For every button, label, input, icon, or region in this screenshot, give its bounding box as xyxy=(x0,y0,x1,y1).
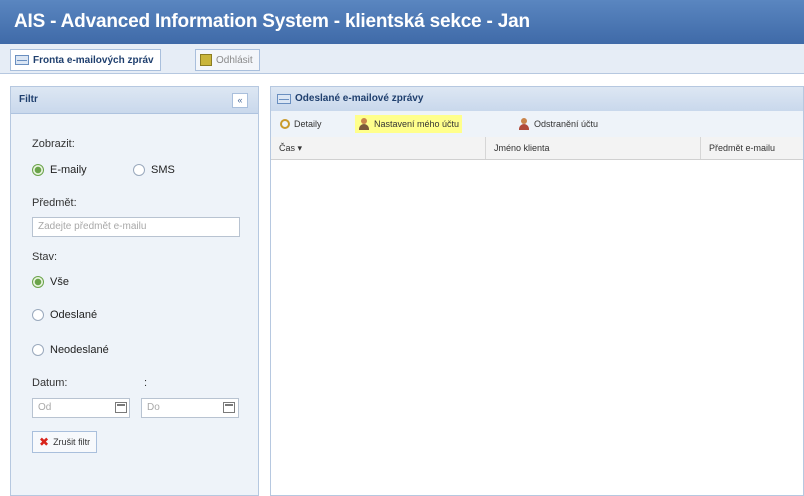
clear-filter-label: Zrušit filtr xyxy=(53,437,91,447)
status-label: Stav: xyxy=(32,251,58,263)
column-client-name[interactable]: Jméno klienta xyxy=(486,137,701,159)
radio-status-sent-label: Odeslané xyxy=(50,309,98,321)
column-time[interactable]: Čas ▾ xyxy=(271,137,486,159)
radio-status-unsent-label: Neodeslané xyxy=(50,344,109,356)
filter-panel: Filtr « Zobrazit: E-maily SMS Předmět: Z… xyxy=(10,86,259,496)
subject-label: Předmět: xyxy=(32,197,77,209)
filter-panel-header: Filtr « xyxy=(11,87,258,114)
sent-emails-header: Odeslané e-mailové zprávy xyxy=(271,87,803,112)
radio-emails[interactable]: E-maily xyxy=(32,164,87,176)
tab-email-queue[interactable]: Fronta e-mailových zpráv xyxy=(10,49,161,71)
radio-dot-icon xyxy=(32,309,44,321)
date-label: Datum: xyxy=(32,377,68,389)
delete-account-button[interactable]: Odstranění účtu xyxy=(515,115,601,133)
clear-filter-button[interactable]: ✖ Zrušit filtr xyxy=(32,431,98,453)
radio-sms[interactable]: SMS xyxy=(133,164,175,176)
calendar-from-icon[interactable] xyxy=(115,402,127,413)
show-label: Zobrazit: xyxy=(32,138,75,150)
collapse-filter-button[interactable]: « xyxy=(232,93,248,108)
close-icon: ✖ xyxy=(39,435,50,449)
tab-email-queue-label: Fronta e-mailových zpráv xyxy=(33,54,154,66)
radio-sms-label: SMS xyxy=(151,164,175,176)
filter-title: Filtr xyxy=(19,94,38,105)
delete-account-label: Odstranění účtu xyxy=(534,119,599,129)
user-remove-icon xyxy=(518,118,530,130)
details-button[interactable]: Detaily xyxy=(277,115,325,133)
sent-emails-panel: Odeslané e-mailové zprávy Detaily Nastav… xyxy=(270,86,804,496)
grid-toolbar: Detaily Nastavení mého účtu Odstranění ú… xyxy=(271,111,803,138)
tab-logout-label: Odhlásit xyxy=(216,54,253,66)
radio-status-all[interactable]: Vše xyxy=(32,276,69,288)
sent-emails-title: Odeslané e-mailové zprávy xyxy=(295,93,424,104)
user-settings-icon xyxy=(358,118,370,130)
subject-input[interactable]: Zadejte předmět e-mailu xyxy=(32,217,240,237)
logout-icon xyxy=(200,54,212,66)
radio-status-all-label: Vše xyxy=(50,276,69,288)
tab-logout[interactable]: Odhlásit xyxy=(195,49,260,71)
mail-icon xyxy=(277,94,291,104)
radio-dot-icon xyxy=(32,344,44,356)
calendar-to-icon[interactable] xyxy=(223,402,235,413)
radio-status-unsent[interactable]: Neodeslané xyxy=(32,344,109,356)
details-label: Detaily xyxy=(294,119,322,129)
radio-emails-label: E-maily xyxy=(50,164,87,176)
radio-dot-checked-icon xyxy=(32,164,44,176)
account-settings-button[interactable]: Nastavení mého účtu xyxy=(355,115,463,133)
date-separator: : xyxy=(144,377,148,389)
column-email-subject[interactable]: Předmět e-mailu xyxy=(701,137,804,159)
app-title-bar: AIS - Advanced Information System - klie… xyxy=(0,0,804,44)
grid-header: Čas ▾ Jméno klienta Předmět e-mailu xyxy=(271,137,803,160)
radio-dot-icon xyxy=(133,164,145,176)
app-title: AIS - Advanced Information System - klie… xyxy=(14,11,530,32)
magnifier-icon xyxy=(280,119,290,129)
radio-dot-checked-icon xyxy=(32,276,44,288)
radio-status-sent[interactable]: Odeslané xyxy=(32,309,97,321)
mail-icon xyxy=(15,55,29,65)
tab-bar: Fronta e-mailových zpráv Odhlásit xyxy=(0,44,804,74)
account-settings-label: Nastavení mého účtu xyxy=(374,119,460,129)
